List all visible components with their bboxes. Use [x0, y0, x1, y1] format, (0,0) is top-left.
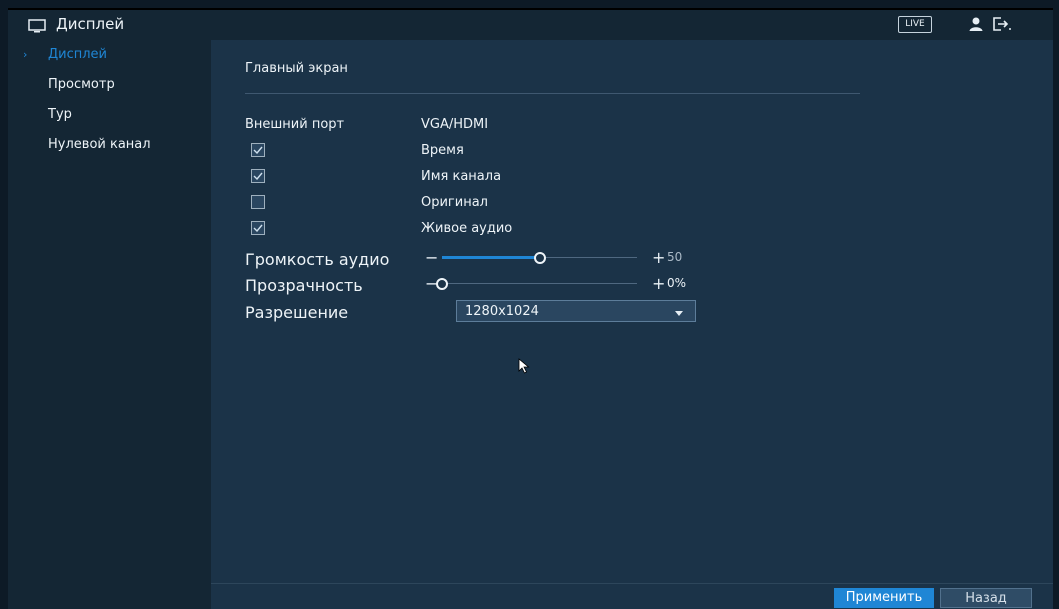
user-icon[interactable]: [966, 14, 986, 34]
page-title: Дисплей: [56, 15, 125, 33]
sidebar-item-display[interactable]: › Дисплей: [8, 40, 211, 70]
main-panel: Главный экран Внешний порт VGA/HDMI Врем…: [211, 40, 1053, 609]
volume-decrease-button[interactable]: −: [425, 248, 438, 267]
output-port-value: VGA/HDMI: [421, 116, 489, 132]
transparency-increase-button[interactable]: +: [652, 274, 665, 293]
sidebar-item-tour[interactable]: Тур: [8, 100, 211, 130]
transparency-value: 0%: [667, 276, 687, 290]
time-checkbox-label: Время: [421, 142, 464, 158]
resolution-row: Разрешение 1280x1024: [245, 300, 705, 324]
mouse-cursor-icon: [518, 358, 530, 378]
volume-label: Громкость аудио: [245, 250, 390, 269]
original-checkbox[interactable]: [251, 195, 265, 209]
sidebar-item-zero-channel[interactable]: Нулевой канал: [8, 130, 211, 160]
sidebar: › Дисплей Просмотр Тур Нулевой канал: [8, 40, 211, 609]
channel-name-checkbox[interactable]: [251, 169, 265, 183]
top-bar: Дисплей LIVE: [8, 8, 1053, 40]
resolution-select-value: 1280x1024: [465, 303, 539, 319]
volume-value: 50: [667, 250, 683, 264]
output-port-label: Внешний порт: [245, 116, 345, 132]
back-button[interactable]: Назад: [940, 588, 1032, 608]
logout-icon[interactable]: [992, 14, 1012, 34]
checkbox-row-time: Время: [245, 138, 645, 162]
sidebar-item-label: Просмотр: [48, 77, 115, 92]
time-checkbox[interactable]: [251, 143, 265, 157]
live-audio-checkbox-label: Живое аудио: [421, 220, 513, 236]
sidebar-item-label: Дисплей: [48, 47, 108, 62]
volume-slider-fill: [442, 256, 540, 259]
sidebar-item-view[interactable]: Просмотр: [8, 70, 211, 100]
monitor-icon: [28, 18, 46, 32]
transparency-row: Прозрачность − + 0%: [245, 272, 705, 296]
output-port-row: Внешний порт VGA/HDMI: [245, 112, 488, 136]
checkbox-row-channel-name: Имя канала: [245, 164, 645, 188]
checkbox-row-live-audio: Живое аудио: [245, 216, 645, 240]
resolution-select[interactable]: 1280x1024: [456, 300, 696, 322]
channel-name-checkbox-label: Имя канала: [421, 168, 502, 184]
volume-increase-button[interactable]: +: [652, 248, 665, 267]
chevron-down-icon: [675, 306, 683, 321]
sidebar-item-label: Нулевой канал: [48, 137, 151, 152]
live-button[interactable]: LIVE: [898, 16, 932, 33]
transparency-slider-handle[interactable]: [436, 278, 448, 290]
live-audio-checkbox[interactable]: [251, 221, 265, 235]
resolution-label: Разрешение: [245, 303, 349, 322]
volume-row: Громкость аудио − + 50: [245, 246, 705, 270]
transparency-label: Прозрачность: [245, 276, 363, 295]
title-group: Дисплей: [28, 15, 124, 33]
apply-button[interactable]: Применить: [834, 588, 934, 608]
volume-slider[interactable]: [442, 252, 637, 264]
transparency-slider[interactable]: [436, 278, 637, 290]
sidebar-item-label: Тур: [48, 107, 72, 122]
original-checkbox-label: Оригинал: [421, 194, 488, 210]
volume-slider-handle[interactable]: [534, 252, 546, 264]
top-icons: [966, 14, 1012, 34]
section-title: Главный экран: [245, 61, 348, 76]
chevron-right-icon: ›: [23, 48, 28, 61]
checkbox-row-original: Оригинал: [245, 190, 645, 214]
footer-divider: [211, 583, 1053, 584]
divider: [245, 93, 860, 94]
